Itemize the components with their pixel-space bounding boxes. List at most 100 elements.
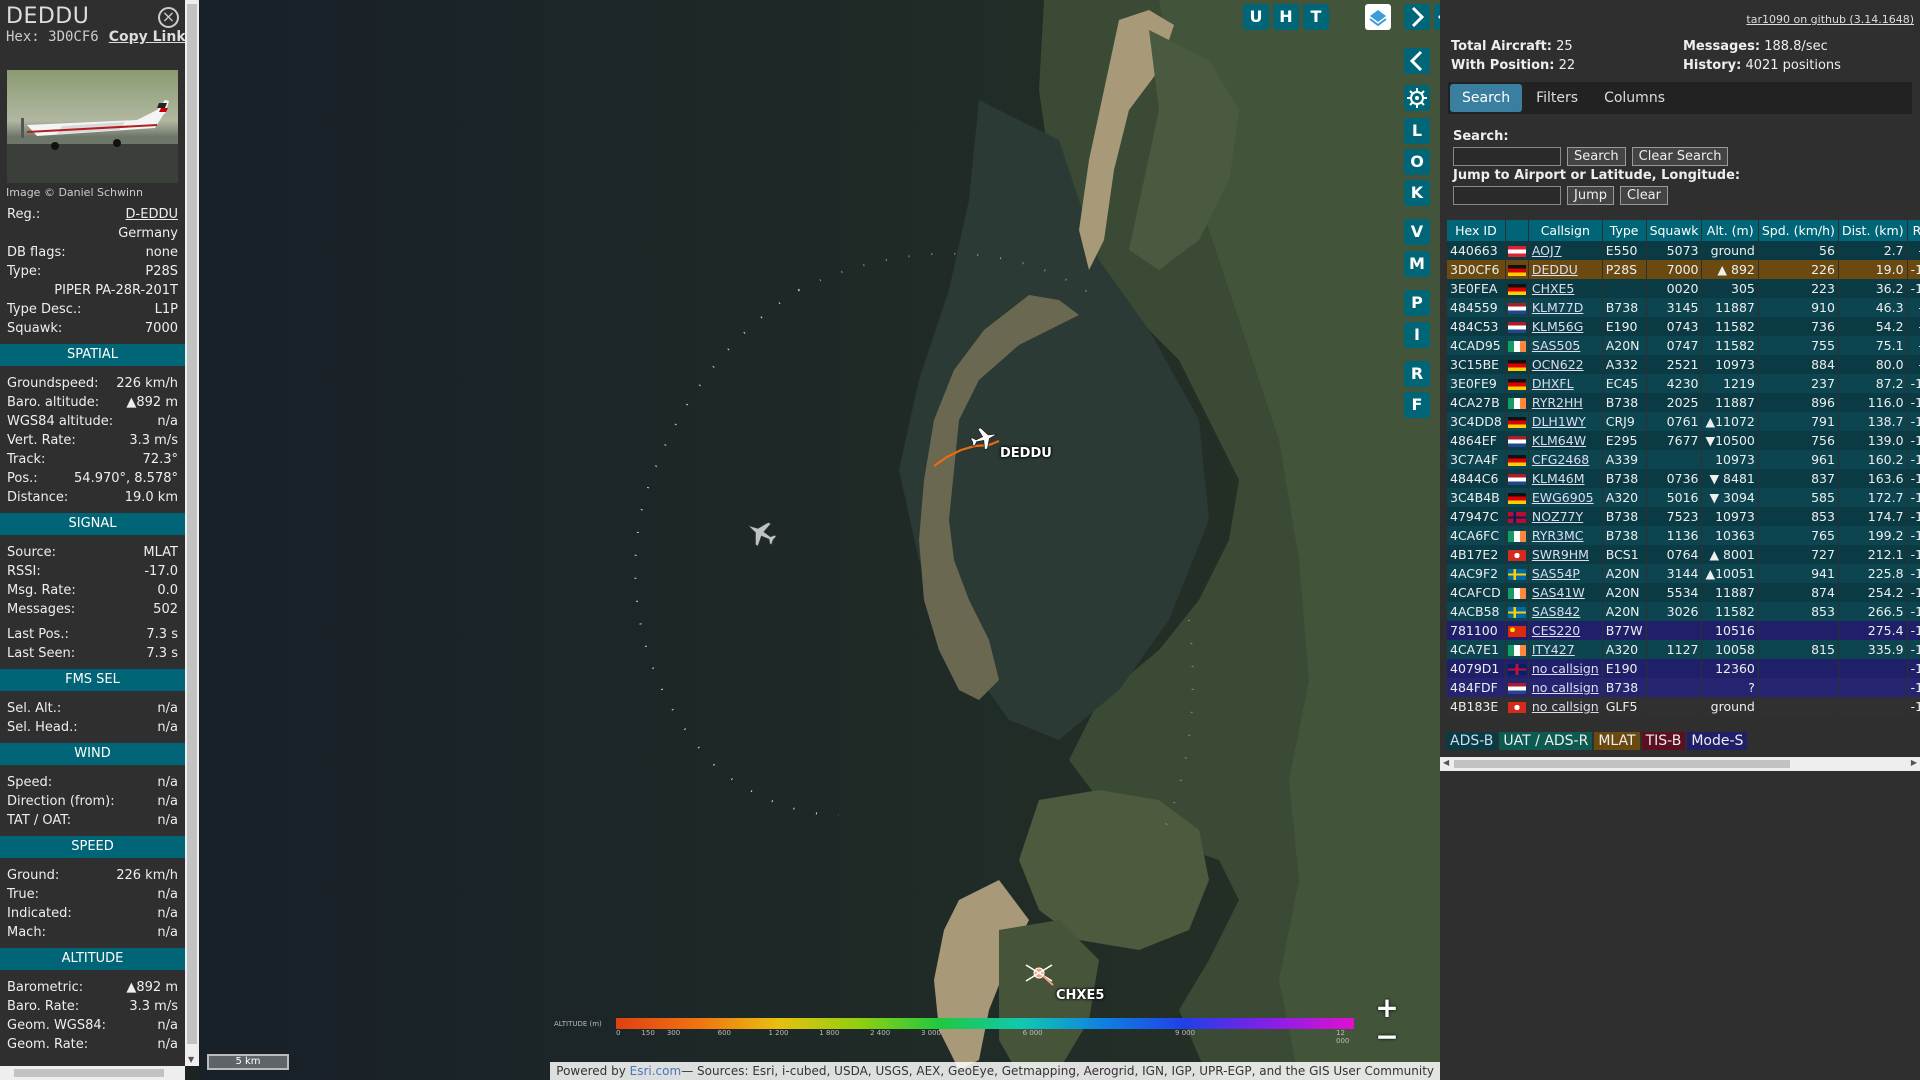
scrollbar-thumb[interactable] [14, 1069, 164, 1077]
scroll-right-icon[interactable]: ▶ [1911, 758, 1917, 767]
table-row[interactable]: 781100 CES220B77W 10516 275.4-18.3 [1447, 621, 1920, 640]
aircraft-photo[interactable] [7, 70, 178, 183]
scroll-left-icon[interactable]: ◀ [1443, 758, 1449, 767]
cell-cs[interactable]: KLM46M [1528, 469, 1603, 488]
tab-search[interactable]: Search [1450, 84, 1523, 112]
table-row[interactable]: 484FDF no callsignB738? -18.6 [1447, 678, 1920, 697]
column-header[interactable]: Dist. (km) [1838, 220, 1908, 241]
cell-cs[interactable]: EWG6905 [1528, 488, 1603, 507]
scrollbar-thumb[interactable] [187, 4, 197, 1044]
zoom-in-button[interactable]: + [1373, 994, 1401, 1023]
table-row[interactable]: 3E0FEA CHXE5 002030522336.2-17.8 [1447, 279, 1920, 298]
cell-cs[interactable]: NOZ77Y [1528, 507, 1603, 526]
cell-cs[interactable]: CFG2468 [1528, 450, 1603, 469]
table-row[interactable]: 3E0FE9 DHXFLEC454230121923787.2-18.9 [1447, 374, 1920, 393]
table-row[interactable]: 4ACB58 SAS842A20N302611582853266.5-17.6 [1447, 602, 1920, 621]
table-horizontal-scrollbar[interactable]: ◀ ▶ [1440, 757, 1920, 771]
cell-cs[interactable]: DLH1WY [1528, 412, 1603, 431]
button-i[interactable]: I [1404, 322, 1430, 348]
scrollbar-thumb[interactable] [1454, 760, 1790, 768]
left-panel-horizontal-scrollbar[interactable] [0, 1066, 185, 1080]
table-row[interactable]: 484C53 KLM56GE19007431158273654.2-3.1 [1447, 317, 1920, 336]
label-deddu[interactable]: DEDDU [1000, 446, 1052, 461]
table-row[interactable]: 47947C NOZ77YB738752310973853174.7-15.0 [1447, 507, 1920, 526]
column-header[interactable]: Callsign [1528, 220, 1603, 241]
cell-cs[interactable]: SAS54P [1528, 564, 1603, 583]
chevron-left-icon[interactable] [1404, 48, 1430, 74]
table-row[interactable]: 3C15BE OCN622A33225211097388480.0-3.6 [1447, 355, 1920, 374]
cell-cs[interactable]: no callsign [1528, 659, 1603, 678]
table-row[interactable]: 3C4DD8 DLH1WYCRJ90761▲11072791138.7-16.3 [1447, 412, 1920, 431]
table-row[interactable]: 4079D1 no callsignE190 12360 -19.5 [1447, 659, 1920, 678]
table-row[interactable]: 3D0CF6 DEDDUP28S7000▲ 89222619.0-17.0 [1447, 260, 1920, 279]
column-header[interactable]: Spd. (km/h) [1758, 220, 1839, 241]
detail-value[interactable]: D-EDDU [126, 205, 178, 224]
button-l[interactable]: L [1404, 118, 1430, 144]
table-row[interactable]: 4CA7E1 ITY427A320112710058815335.9-19.8 [1447, 640, 1920, 659]
table-row[interactable]: 4B183E no callsignGLF5 ground -13.6 [1447, 697, 1920, 716]
cell-cs[interactable]: SWR9HM [1528, 545, 1603, 564]
table-row[interactable]: 4844C6 KLM46MB7380736▼ 8481837163.6-18.3 [1447, 469, 1920, 488]
cell-cs[interactable]: DHXFL [1528, 374, 1603, 393]
gear-icon[interactable] [1404, 85, 1430, 111]
table-row[interactable]: 4CA27B RYR2HHB738202511887896116.0-13.5 [1447, 393, 1920, 412]
column-header[interactable]: Alt. (m) [1701, 220, 1759, 241]
cell-cs[interactable]: CES220 [1528, 621, 1603, 640]
cell-cs[interactable]: KLM56G [1528, 317, 1603, 336]
jump-button[interactable]: Jump [1567, 186, 1614, 205]
button-m[interactable]: M [1404, 251, 1430, 277]
table-row[interactable]: 4CA6FC RYR3MCB738113610363765199.2-18.1 [1447, 526, 1920, 545]
cell-cs[interactable]: DEDDU [1528, 260, 1603, 279]
table-row[interactable]: 4CAFCD SAS41WA20N553411887874254.2-19.8 [1447, 583, 1920, 602]
satellite-map[interactable] [199, 0, 1440, 1080]
table-row[interactable]: 3C4B4B EWG6905A3205016▼ 3094585172.7-17.2 [1447, 488, 1920, 507]
table-row[interactable]: 4AC9F2 SAS54PA20N3144▲10051941225.8-18.0 [1447, 564, 1920, 583]
tab-columns[interactable]: Columns [1592, 84, 1677, 112]
table-row[interactable]: 484559 KLM77DB73831451188791046.3-1.9 [1447, 298, 1920, 317]
cell-cs[interactable]: ITY427 [1528, 640, 1603, 659]
left-panel-vertical-scrollbar[interactable]: ▼ [185, 0, 199, 1066]
tab-filters[interactable]: Filters [1524, 84, 1590, 112]
chevron-right-icon[interactable] [1404, 4, 1430, 30]
cell-cs[interactable]: SAS842 [1528, 602, 1603, 621]
cell-cs[interactable]: CHXE5 [1528, 279, 1603, 298]
github-link[interactable]: tar1090 on github (3.14.1648) [1746, 13, 1914, 26]
scroll-down-icon[interactable]: ▼ [188, 1055, 194, 1064]
column-header[interactable]: RSSI [1907, 220, 1920, 241]
button-u[interactable]: U [1243, 4, 1269, 30]
search-input[interactable] [1453, 147, 1561, 166]
esri-link[interactable]: Esri.com [630, 1064, 682, 1078]
cell-cs[interactable]: AOJ7 [1528, 241, 1603, 260]
button-t[interactable]: T [1303, 4, 1329, 30]
table-row[interactable]: 3C7A4F CFG2468A339 10973961160.2-18.9 [1447, 450, 1920, 469]
button-k[interactable]: K [1404, 180, 1430, 206]
table-row[interactable]: 440663 AOJ7E5505073ground562.7-7.4 [1447, 241, 1920, 260]
column-header[interactable]: Squawk [1646, 220, 1703, 241]
column-header[interactable]: Type [1602, 220, 1647, 241]
map-view[interactable]: DEDDU CHXE5 U H T L O K V M P I R F + − … [199, 0, 1440, 1080]
cell-cs[interactable]: RYR2HH [1528, 393, 1603, 412]
cell-cs[interactable]: no callsign [1528, 678, 1603, 697]
cell-cs[interactable]: no callsign [1528, 697, 1603, 716]
close-icon[interactable]: × [158, 7, 179, 28]
column-header[interactable]: Hex ID [1447, 220, 1506, 241]
table-row[interactable]: 4864EF KLM64WE2957677▼10500756139.0-14.9 [1447, 431, 1920, 450]
table-row[interactable]: 4B17E2 SWR9HMBCS10764▲ 8001727212.1-16.3 [1447, 545, 1920, 564]
label-chxe5[interactable]: CHXE5 [1056, 988, 1104, 1003]
cell-cs[interactable]: RYR3MC [1528, 526, 1603, 545]
button-r[interactable]: R [1404, 361, 1430, 387]
cell-cs[interactable]: OCN622 [1528, 355, 1603, 374]
clear-jump-button[interactable]: Clear [1620, 186, 1668, 205]
button-v[interactable]: V [1404, 219, 1430, 245]
jump-input[interactable] [1453, 186, 1561, 205]
search-button[interactable]: Search [1567, 147, 1626, 166]
cell-cs[interactable]: KLM77D [1528, 298, 1603, 317]
zoom-out-button[interactable]: − [1373, 1023, 1401, 1052]
button-f[interactable]: F [1404, 392, 1430, 418]
clear-search-button[interactable]: Clear Search [1631, 147, 1729, 166]
copy-link-button[interactable]: Copy Link [109, 29, 185, 45]
button-h[interactable]: H [1273, 4, 1299, 30]
cell-cs[interactable]: SAS41W [1528, 583, 1603, 602]
cell-cs[interactable]: KLM64W [1528, 431, 1603, 450]
layers-icon[interactable] [1365, 4, 1391, 30]
